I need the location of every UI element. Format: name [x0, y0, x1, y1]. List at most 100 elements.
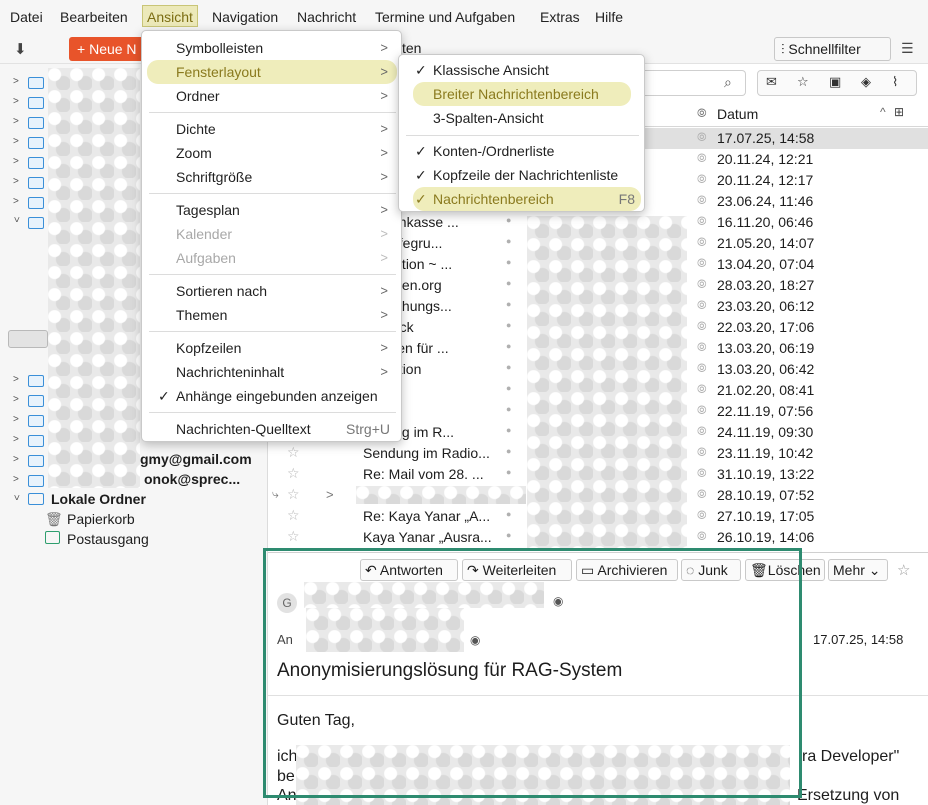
menu-item-quelltext[interactable]: Nachrichten-Quelltext Strg+U	[176, 418, 390, 440]
junk-status-icon[interactable]: ⦾	[697, 130, 707, 145]
unread-dot-icon[interactable]: ●	[506, 467, 511, 477]
new-message-button[interactable]: + Neue N	[69, 37, 149, 61]
account-name[interactable]: onok@sprec...	[144, 471, 240, 487]
chevron-right-icon[interactable]: >	[13, 394, 19, 405]
junk-status-icon[interactable]: ⦾	[697, 256, 707, 271]
toggle-list-header[interactable]: ✓ Kopfzeile der Nachrichtenliste	[415, 164, 633, 186]
menu-item-themen[interactable]: Themen >	[176, 304, 388, 326]
junk-status-icon[interactable]: ⦾	[697, 298, 707, 313]
chevron-right-icon[interactable]: >	[13, 474, 19, 485]
star-icon[interactable]: ☆	[287, 528, 300, 545]
layout-vertical[interactable]: 3-Spalten-Ansicht	[433, 107, 633, 129]
menu-item-symbolleisten[interactable]: Symbolleisten >	[176, 37, 388, 59]
selected-folder-marker[interactable]	[8, 330, 48, 348]
thread-expand-icon[interactable]: >	[326, 487, 334, 502]
junk-status-icon[interactable]: ⦾	[697, 382, 707, 397]
unread-dot-icon[interactable]: ●	[506, 383, 511, 393]
tag-filter-icon[interactable]: ◈	[861, 74, 871, 90]
more-button[interactable]: Mehr ⌄	[828, 559, 888, 581]
menu-item-nachrichteninhalt[interactable]: Nachrichteninhalt >	[176, 361, 388, 383]
unread-dot-icon[interactable]: ●	[506, 341, 511, 351]
menu-item-anhaenge[interactable]: ✓ Anhänge eingebunden anzeigen	[158, 385, 396, 407]
unread-dot-icon[interactable]: ●	[506, 404, 511, 414]
star-icon[interactable]: ☆	[287, 507, 300, 524]
menu-navigation[interactable]: Navigation	[208, 6, 282, 28]
chevron-right-icon[interactable]: >	[13, 96, 19, 107]
chevron-right-icon[interactable]: >	[13, 414, 19, 425]
menu-item-kopfzeilen[interactable]: Kopfzeilen >	[176, 337, 388, 359]
star-icon[interactable]: ☆	[287, 486, 300, 503]
chevron-right-icon[interactable]: >	[13, 196, 19, 207]
junk-column-icon[interactable]: ⦾	[697, 106, 707, 121]
star-icon[interactable]: ☆	[287, 444, 300, 461]
unread-dot-icon[interactable]: ●	[506, 530, 511, 540]
chevron-right-icon[interactable]: >	[13, 136, 19, 147]
menu-item-zoom[interactable]: Zoom >	[176, 142, 388, 164]
menu-hilfe[interactable]: Hilfe	[591, 6, 627, 28]
unread-dot-icon[interactable]: ●	[506, 509, 511, 519]
local-folders-label[interactable]: Lokale Ordner	[51, 491, 146, 507]
chevron-right-icon[interactable]: >	[13, 176, 19, 187]
chevron-down-icon[interactable]: >	[10, 217, 21, 223]
date-column-header[interactable]: Datum	[717, 106, 758, 122]
junk-status-icon[interactable]: ⦾	[697, 403, 707, 418]
toggle-folder-pane[interactable]: ✓ Konten-/Ordnerliste	[415, 140, 633, 162]
contact-filter-icon[interactable]: ▣	[829, 74, 841, 90]
chevron-right-icon[interactable]: >	[13, 156, 19, 167]
star-icon[interactable]: ☆	[897, 561, 910, 579]
quick-filter-button[interactable]: ⫶ Schnellfilter	[774, 37, 891, 61]
toggle-message-pane[interactable]: ✓ Nachrichtenbereich F8	[415, 188, 635, 210]
unread-dot-icon[interactable]: ●	[506, 215, 511, 225]
list-options-icon[interactable]: ☰	[901, 40, 914, 57]
unread-filter-icon[interactable]: ✉	[766, 74, 777, 90]
junk-status-icon[interactable]: ⦾	[697, 487, 707, 502]
menu-item-ordner[interactable]: Ordner >	[176, 85, 388, 107]
chevron-right-icon[interactable]: >	[13, 374, 19, 385]
menu-termine[interactable]: Termine und Aufgaben	[371, 6, 519, 28]
junk-status-icon[interactable]: ⦾	[697, 445, 707, 460]
junk-status-icon[interactable]: ⦾	[697, 361, 707, 376]
junk-status-icon[interactable]: ⦾	[697, 319, 707, 334]
menu-item-aufgaben[interactable]: Aufgaben >	[176, 247, 388, 269]
menu-item-sortieren[interactable]: Sortieren nach >	[176, 280, 388, 302]
unread-dot-icon[interactable]: ●	[506, 425, 511, 435]
unread-dot-icon[interactable]: ●	[506, 299, 511, 309]
layout-classic[interactable]: ✓ Klassische Ansicht	[415, 59, 633, 81]
unread-dot-icon[interactable]: ●	[506, 278, 511, 288]
menu-datei[interactable]: Datei	[6, 6, 47, 28]
menu-item-schriftgroesse[interactable]: Schriftgröße >	[176, 166, 388, 188]
unread-dot-icon[interactable]: ●	[506, 446, 511, 456]
attachment-filter-icon[interactable]: ⌇	[892, 74, 898, 90]
junk-status-icon[interactable]: ⦾	[697, 424, 707, 439]
junk-status-icon[interactable]: ⦾	[697, 508, 707, 523]
unread-dot-icon[interactable]: ●	[506, 362, 511, 372]
chevron-right-icon[interactable]: >	[13, 454, 19, 465]
account-name[interactable]: gmy@gmail.com	[140, 451, 252, 467]
outbox-folder[interactable]: Postausgang	[67, 531, 149, 547]
menu-extras[interactable]: Extras	[536, 6, 584, 28]
get-messages-icon[interactable]: ⬇	[14, 40, 27, 58]
junk-status-icon[interactable]: ⦾	[697, 277, 707, 292]
menu-bearbeiten[interactable]: Bearbeiten	[56, 6, 132, 28]
junk-status-icon[interactable]: ⦾	[697, 193, 707, 208]
chevron-down-icon[interactable]: >	[10, 495, 21, 501]
starred-filter-icon[interactable]: ☆	[797, 74, 809, 90]
chevron-right-icon[interactable]: >	[13, 76, 19, 87]
junk-status-icon[interactable]: ⦾	[697, 340, 707, 355]
menu-ansicht[interactable]: Ansicht	[142, 5, 198, 27]
menu-item-tagesplan[interactable]: Tagesplan >	[176, 199, 388, 221]
chevron-right-icon[interactable]: >	[13, 434, 19, 445]
chevron-right-icon[interactable]: >	[13, 116, 19, 127]
menu-nachricht[interactable]: Nachricht	[293, 6, 360, 28]
junk-status-icon[interactable]: ⦾	[697, 172, 707, 187]
junk-status-icon[interactable]: ⦾	[697, 214, 707, 229]
unread-dot-icon[interactable]: ●	[506, 236, 511, 246]
menu-item-dichte[interactable]: Dichte >	[176, 118, 388, 140]
menu-item-kalender[interactable]: Kalender >	[176, 223, 388, 245]
trash-folder[interactable]: Papierkorb	[67, 511, 135, 527]
star-icon[interactable]: ☆	[287, 465, 300, 482]
layout-wide[interactable]: Breiter Nachrichtenbereich	[433, 83, 633, 105]
junk-status-icon[interactable]: ⦾	[697, 151, 707, 166]
menu-item-fensterlayout[interactable]: Fensterlayout >	[176, 61, 388, 83]
junk-status-icon[interactable]: ⦾	[697, 235, 707, 250]
